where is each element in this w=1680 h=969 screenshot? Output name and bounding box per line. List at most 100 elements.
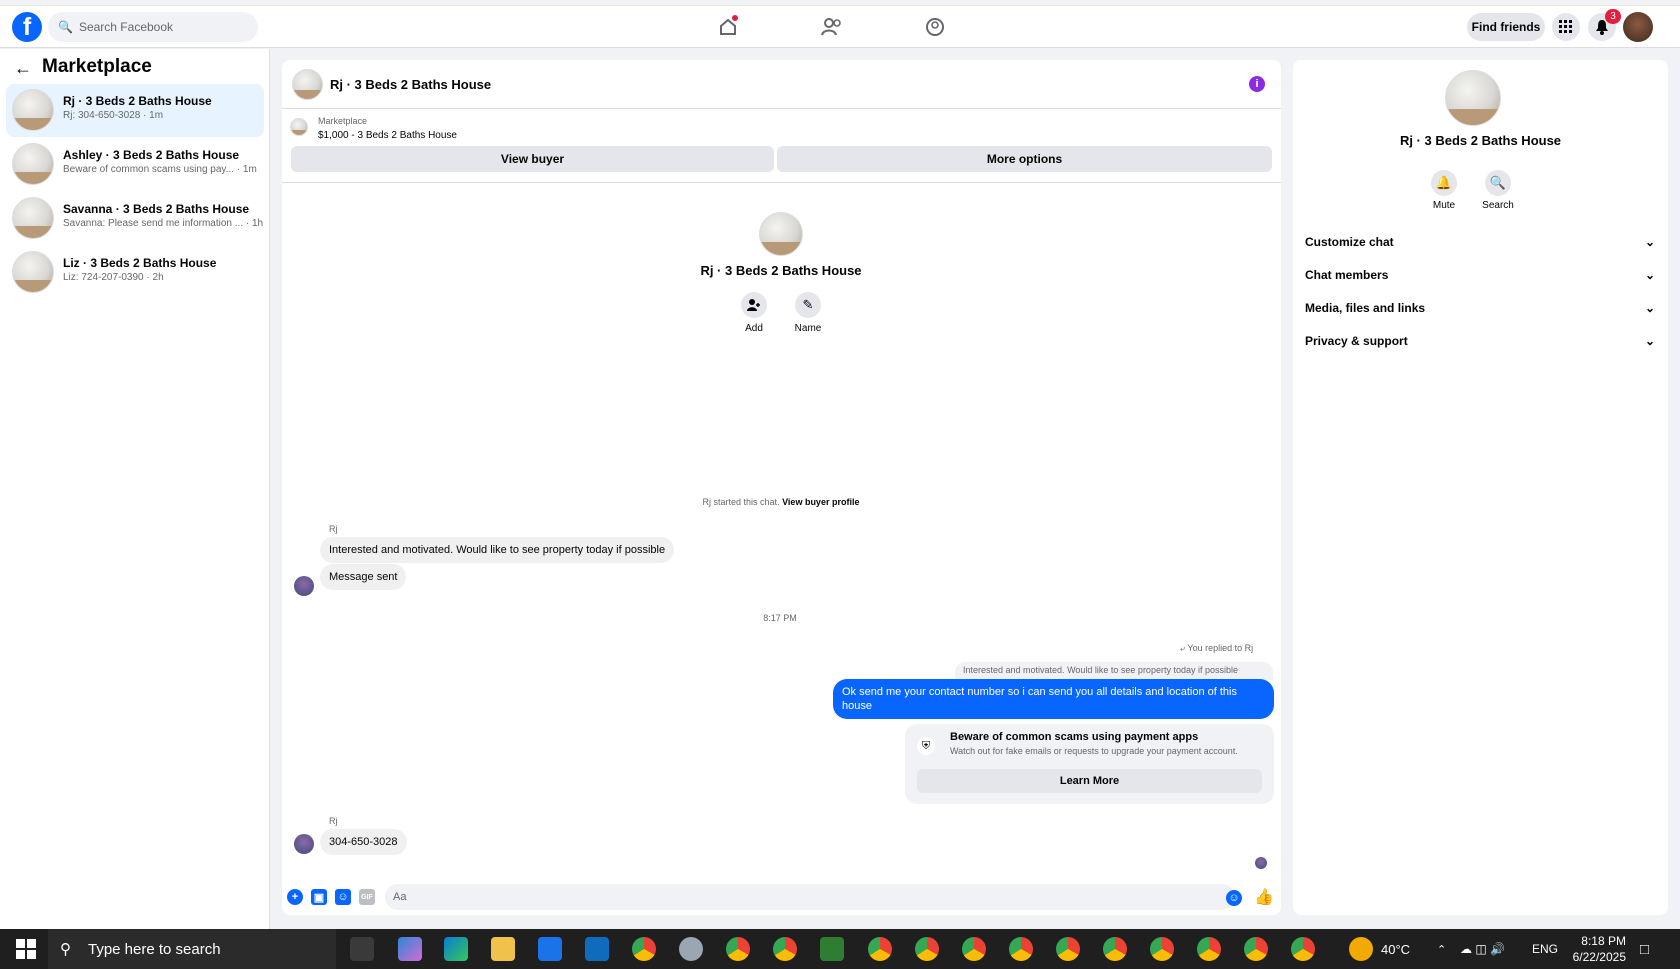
quoted-message[interactable]: Interested and motivated. Would like to … [955,662,1273,680]
scam-warning-card: ⛨ Beware of common scams using payment a… [905,724,1274,804]
sender-avatar[interactable] [294,834,314,854]
menu-grid-icon[interactable] [1552,13,1580,41]
copilot-icon[interactable] [398,937,422,961]
chevron-up-icon[interactable]: ⌃ [1437,929,1446,969]
chat-header: Rj · 3 Beds 2 Baths House i [282,60,1281,109]
add-person-icon[interactable] [741,292,767,318]
chat-title[interactable]: Rj · 3 Beds 2 Baths House [330,77,491,92]
chrome-icon[interactable] [1150,937,1174,961]
file-explorer-icon[interactable] [491,937,515,961]
replied-label: You replied to Rj [1187,643,1254,653]
notification-center-icon[interactable]: □ [1640,929,1649,969]
notification-count-badge: 3 [1605,9,1621,24]
conversation-item[interactable]: Rj · 3 Beds 2 Baths House Rj: 304-650-30… [6,84,264,137]
section-chat-members[interactable]: Chat members ⌄ [1305,263,1655,287]
language-indicator[interactable]: ENG [1532,929,1558,969]
store-icon[interactable] [538,937,562,961]
chrome-icon[interactable] [632,937,656,961]
groups-icon[interactable] [915,12,955,42]
section-media-files-links[interactable]: Media, files and links ⌄ [1305,296,1655,320]
incoming-message[interactable]: Interested and motivated. Would like to … [320,537,675,563]
edit-name-pencil-icon[interactable]: ✎ [795,292,821,318]
chrome-icon[interactable] [1009,937,1033,961]
listing-thumbnail [12,143,54,185]
chrome-icon[interactable] [1197,937,1221,961]
find-friends-button[interactable]: Find friends [1467,13,1545,41]
shield-icon: ⛨ [917,737,935,755]
section-label: Media, files and links [1305,301,1426,315]
clock-date: 6/22/2025 [1572,950,1626,964]
sender-avatar[interactable] [294,576,314,596]
windows-start-icon[interactable] [14,937,38,961]
outlook-icon[interactable] [585,937,609,961]
conversation-item[interactable]: Liz · 3 Beds 2 Baths House Liz: 724-207-… [6,246,264,299]
chat-details-panel: Rj · 3 Beds 2 Baths House 🔔 Mute 🔍 Searc… [1293,60,1668,915]
taskbar-search-input[interactable]: ⚲ Type here to search [48,929,336,969]
edge-icon[interactable] [444,937,468,961]
section-privacy-support[interactable]: Privacy & support ⌄ [1305,329,1655,353]
chrome-icon[interactable] [773,937,797,961]
chevron-down-icon: ⌄ [1644,301,1655,315]
scam-warning-subtitle: Watch out for fake emails or requests to… [950,746,1238,756]
details-thumbnail [1445,70,1501,126]
search-icon[interactable]: 🔍 [1485,170,1511,196]
message-input[interactable]: Aa [385,884,1235,910]
chrome-icon[interactable] [915,937,939,961]
gif-icon[interactable]: GIF [359,889,375,905]
windows-taskbar: ⚲ Type here to search 40°C ⌃ ☁ ◫ 🔊 ENG 8… [0,929,1680,969]
chat-header-thumbnail[interactable] [292,69,323,100]
spreadsheet-icon[interactable] [820,937,844,961]
incoming-message[interactable]: 304-650-3028 [320,829,407,855]
chevron-down-icon: ⌄ [1644,268,1655,282]
add-label: Add [745,323,763,334]
taskbar-clock[interactable]: 8:18 PM 6/22/2025 [1556,933,1626,965]
weather-temp[interactable]: 40°C [1381,929,1410,969]
conversation-item[interactable]: Savanna · 3 Beds 2 Baths House Savanna: … [6,192,264,245]
thumbs-up-icon[interactable]: 👍 [1254,889,1274,906]
chrome-icon[interactable] [726,937,750,961]
photo-icon[interactable]: ▣ [311,889,327,905]
more-options-button[interactable]: More options [777,146,1272,172]
incoming-message[interactable]: Message sent [320,564,407,590]
back-arrow-icon[interactable]: ← [14,58,32,79]
name-label: Name [794,323,822,334]
sticker-icon[interactable]: ☺ [335,889,351,905]
outgoing-message[interactable]: Ok send me your contact number so i can … [833,679,1274,719]
system-tray-icons[interactable]: ☁ ◫ 🔊 [1460,929,1505,969]
chrome-icon[interactable] [1244,937,1268,961]
conversation-item[interactable]: Ashley · 3 Beds 2 Baths House Beware of … [6,138,264,191]
learn-more-button[interactable]: Learn More [917,769,1262,793]
weather-icon[interactable] [1349,937,1373,961]
conversation-name: Liz · 3 Beds 2 Baths House [63,256,217,270]
view-buyer-profile-link[interactable]: View buyer profile [782,497,859,507]
marketplace-label: Marketplace [318,116,368,126]
info-icon[interactable]: i [1249,76,1265,92]
section-customize-chat[interactable]: Customize chat ⌄ [1305,230,1655,254]
chevron-down-icon: ⌄ [1644,235,1655,249]
search-input[interactable]: 🔍 Search Facebook [48,12,258,42]
reply-indicator: ⤶ You replied to Rj [1180,643,1253,654]
chrome-icon[interactable] [868,937,892,961]
friends-icon[interactable] [812,12,852,42]
task-view-icon[interactable] [350,937,374,961]
bell-icon[interactable]: 🔔 [1431,170,1457,196]
account-avatar[interactable] [1623,12,1653,42]
page-scrollbar[interactable] [1668,49,1680,929]
view-buyer-button[interactable]: View buyer [291,146,774,172]
emoji-icon[interactable]: ☺ [1226,890,1242,906]
home-notification-dot [732,15,738,21]
home-icon[interactable] [708,12,748,42]
chrome-icon[interactable] [1103,937,1127,961]
mute-action[interactable]: 🔔 Mute [1414,170,1474,211]
app-icon[interactable] [679,937,703,961]
listing-price-title[interactable]: $1,000 - 3 Beds 2 Baths House [318,130,457,141]
section-label: Chat members [1305,268,1389,282]
chrome-icon[interactable] [1056,937,1080,961]
message-timestamp: 8:17 PM [763,613,797,623]
conversation-name: Ashley · 3 Beds 2 Baths House [63,148,240,162]
search-action[interactable]: 🔍 Search [1468,170,1528,211]
chrome-icon[interactable] [962,937,986,961]
chrome-icon[interactable] [1291,937,1315,961]
facebook-logo-icon[interactable]: f [12,12,42,42]
plus-icon[interactable]: + [287,889,303,905]
